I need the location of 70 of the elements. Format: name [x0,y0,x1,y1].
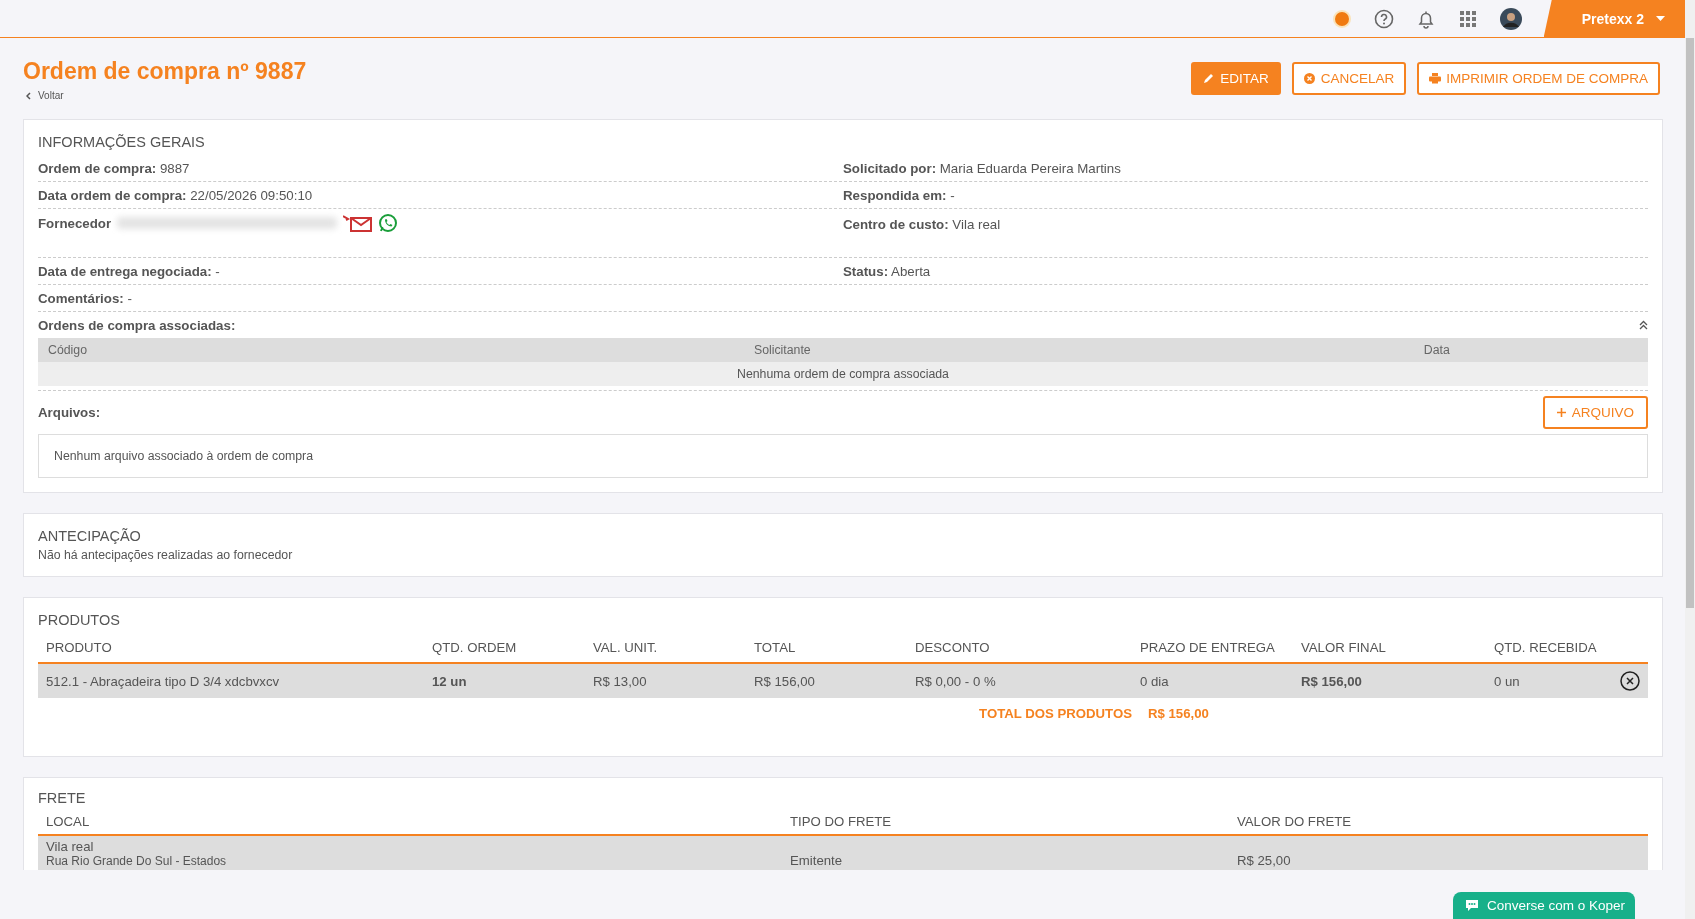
chevron-left-icon [26,91,32,100]
empty-files-panel: Nenhum arquivo associado à ordem de compra [38,434,1648,478]
total-label: TOTAL DOS PRODUTOS [979,705,1132,721]
field-text: Data ordem de compra: 22/05/2026 09:50:10 [38,187,313,203]
section-title: FRETE [38,790,87,806]
print-button[interactable]: IMPRIMIR ORDEM DE COMPRA [1417,62,1660,95]
pencil-icon [1203,73,1216,84]
table-cell-text: R$ 156,00 [1301,673,1363,689]
collapse-icon[interactable] [1639,320,1648,330]
field-text: Data de entrega negociada: - [38,263,220,279]
column-header: Solicitante [339,338,1226,362]
info-text: Não há antecipações realizadas ao fornecedor [38,548,294,562]
field-text: Centro de custo: Vila real [843,217,1001,232]
field-text: Status: Aberta [843,263,931,279]
chat-button[interactable]: Converse com o Koper [1452,892,1635,919]
column-header: PRODUTO [46,639,113,655]
field-text: Comentários: - [38,290,132,306]
column-header: VAL. UNIT. [593,639,659,655]
field-label: Fornecedor [38,215,112,231]
field-text: Ordem de compra: 9887 [38,160,190,176]
column-header: QTD. ORDEM [432,639,518,655]
column-header: TIPO DO FRETE [790,813,893,829]
company-menu[interactable]: Pretexx 2 [1543,0,1685,37]
close-circle-icon[interactable] [1620,671,1640,691]
printer-icon [1429,73,1442,84]
field-label: Ordens de compra associadas: [38,317,236,333]
add-file-button[interactable]: ARQUIVO [1542,396,1648,429]
column-header: Código [38,338,339,362]
table-cell-text: R$ 156,00 [754,673,816,689]
email-icon[interactable] [343,214,373,232]
column-header: QTD. RECEBIDA [1494,639,1598,655]
column-header: PRAZO DE ENTREGA [1140,639,1276,655]
column-header: Data [1225,338,1648,362]
chat-bubble-icon[interactable] [378,213,399,233]
plus-icon [1556,408,1566,417]
chat-bubble-icon [1464,899,1479,912]
table-cell-text: 12 un [432,673,468,689]
section-title: ANTECIPAÇÃO [38,528,142,544]
table-cell: 0 un [1494,673,1520,689]
sun-icon[interactable] [1331,8,1352,29]
field-text: Respondida em: - [843,187,955,203]
field-text: Solicitado por: Maria Eduarda Pereira Martins [843,160,1121,176]
column-header: VALOR DO FRETE [1237,813,1353,829]
column-header: DESCONTO [915,639,991,655]
table-cell-text: Vila real [46,840,95,854]
edit-button[interactable]: EDITAR [1191,62,1281,95]
apps-grid-icon[interactable] [1457,8,1478,29]
cancel-button[interactable]: CANCELAR [1291,62,1407,95]
table-cell-text: R$ 25,00 [1237,854,1292,868]
column-header: LOCAL [46,813,91,829]
back-link[interactable]: Voltar [23,90,64,101]
section-title: PRODUTOS [38,612,121,628]
table-cell-text: R$ 13,00 [593,673,648,689]
avatar-icon[interactable] [1499,7,1522,30]
table-cell-text: Rua Rio Grande Do Sul - Estados [46,854,228,868]
total-value: R$ 156,00 [1147,705,1209,721]
column-header: VALOR FINAL [1301,639,1387,655]
table-cell-text: 0 dia [1140,673,1170,689]
table-cell-text: R$ 0,00 - 0 % [915,673,997,689]
help-icon[interactable] [1373,8,1394,29]
table-cell-text: 512.1 - Abraçadeira tipo D 3/4 xdcbvxcv [46,673,281,689]
section-title: INFORMAÇÕES GERAIS [38,134,206,150]
close-circle-icon [1303,73,1316,84]
caret-icon [1656,16,1665,21]
field-label: Arquivos: [38,405,101,420]
empty-message: Nenhuma ordem de compra associada [737,367,949,381]
scrollbar[interactable] [1686,38,1694,608]
column-header: TOTAL [754,639,797,655]
page-title: Ordem de compra nº 9887 [23,58,307,85]
table-cell-text: Emitente [790,854,844,868]
